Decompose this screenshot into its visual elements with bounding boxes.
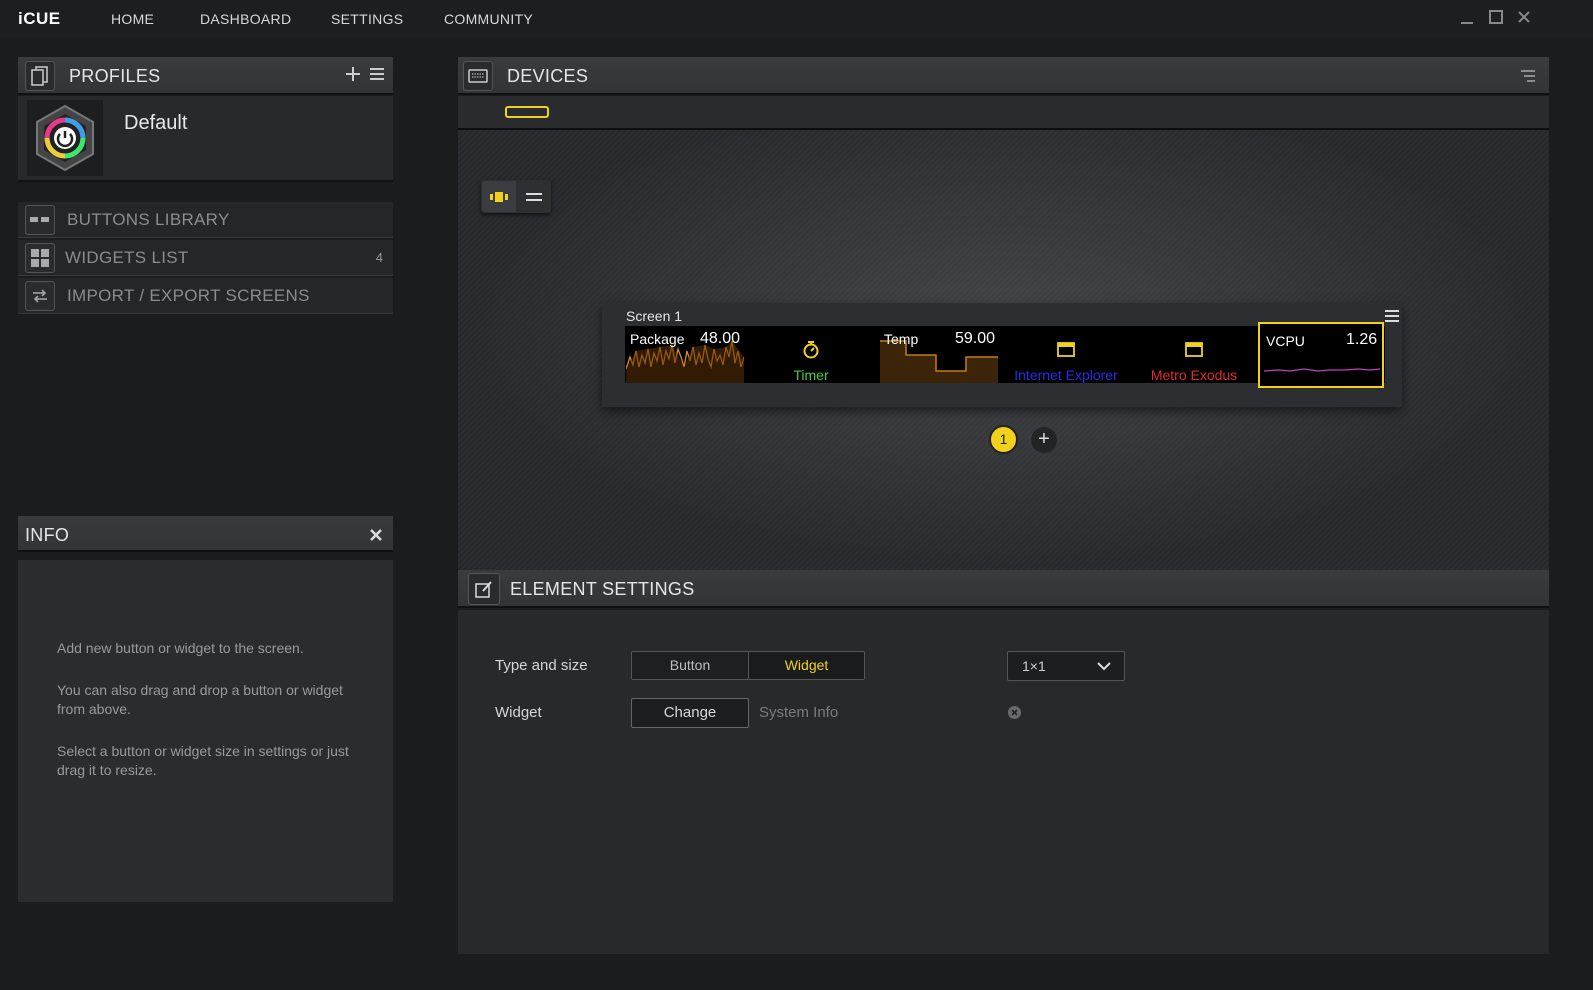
widget-timer-label: Timer xyxy=(793,367,829,383)
close-icon[interactable] xyxy=(1513,8,1535,30)
info-body xyxy=(18,560,393,902)
grid-view-icon[interactable] xyxy=(482,181,516,212)
screen-menu-icon[interactable] xyxy=(1383,308,1401,324)
widget-vcpu-label: VCPU xyxy=(1266,333,1305,349)
add-profile-icon[interactable] xyxy=(343,64,363,84)
vcpu-graph xyxy=(1264,368,1380,372)
devices-header xyxy=(458,57,1549,95)
widget-package[interactable]: Package 48.00 xyxy=(626,327,744,383)
device-thumbnail-icon[interactable] xyxy=(505,106,549,118)
widgets-grid-icon xyxy=(25,242,55,273)
widget-vcpu-selected[interactable]: VCPU 1.26 xyxy=(1258,322,1384,388)
widget-temp-value: 59.00 xyxy=(955,330,996,347)
chevron-down-icon xyxy=(1097,662,1111,671)
widget-vcpu-value: 1.26 xyxy=(1346,331,1378,348)
profile-logo-icon xyxy=(27,100,103,176)
buttons-library-icon xyxy=(25,204,55,235)
widgets-list-item[interactable]: WIDGETS LIST 4 xyxy=(18,240,393,276)
devices-sort-icon[interactable] xyxy=(1518,67,1538,85)
widget-package-value: 48.00 xyxy=(700,330,741,347)
change-button[interactable]: Change xyxy=(631,698,749,728)
widget-package-label: Package xyxy=(630,331,685,347)
element-settings-title: ELEMENT SETTINGS xyxy=(510,579,695,599)
nav-settings[interactable]: SETTINGS xyxy=(331,11,403,27)
widget-temp-label: Temp xyxy=(884,331,919,347)
device-strip xyxy=(458,96,1549,130)
profiles-icon xyxy=(25,61,55,91)
add-page-icon[interactable]: + xyxy=(1031,427,1057,453)
buttons-library-item[interactable]: BUTTONS LIBRARY xyxy=(18,202,393,238)
buttons-library-label: BUTTONS LIBRARY xyxy=(67,209,230,229)
info-paragraph: Select a button or widget size in settin… xyxy=(57,743,349,778)
nav-community[interactable]: COMMUNITY xyxy=(444,11,533,27)
info-paragraph: Add new button or widget to the screen. xyxy=(57,640,304,656)
devices-title: DEVICES xyxy=(507,66,589,86)
type-button-option[interactable]: Button xyxy=(631,651,749,680)
widget-metro-exodus[interactable]: Metro Exodus xyxy=(1134,327,1254,383)
widget-timer[interactable]: Timer xyxy=(752,327,870,383)
screen-name: Screen 1 xyxy=(626,308,683,324)
keyboard-icon xyxy=(463,61,493,91)
type-size-label: Type and size xyxy=(495,657,588,674)
app-logo: iCUE xyxy=(18,9,61,28)
minimize-icon[interactable] xyxy=(1456,8,1478,30)
page-indicator-1[interactable]: 1 xyxy=(989,425,1018,454)
widget-internet-explorer-label: Internet Explorer xyxy=(1014,367,1118,383)
widget-internet-explorer[interactable]: Internet Explorer xyxy=(1006,327,1126,383)
widget-temp[interactable]: Temp 59.00 xyxy=(880,327,998,383)
nav-dashboard[interactable]: DASHBOARD xyxy=(200,11,291,27)
import-export-icon xyxy=(25,280,55,311)
profiles-title: PROFILES xyxy=(69,66,161,86)
nav-home[interactable]: HOME xyxy=(111,11,154,27)
size-dropdown-value: 1×1 xyxy=(1022,658,1046,674)
stopwatch-icon xyxy=(803,341,819,359)
info-title: INFO xyxy=(25,525,70,545)
widget-metro-exodus-label: Metro Exodus xyxy=(1150,367,1238,383)
widget-label: Widget xyxy=(495,704,542,721)
edit-icon xyxy=(468,573,500,605)
widgets-count-badge: 4 xyxy=(375,250,383,265)
profiles-menu-icon[interactable] xyxy=(367,64,387,84)
clear-widget-icon[interactable] xyxy=(1007,705,1022,720)
app-window-icon xyxy=(1185,342,1203,357)
maximize-icon[interactable] xyxy=(1485,8,1507,30)
info-header xyxy=(18,516,393,552)
profile-name: Default xyxy=(124,112,188,134)
widgets-list-label: WIDGETS LIST xyxy=(65,247,189,267)
info-close-icon[interactable] xyxy=(366,525,386,545)
info-paragraph: You can also drag and drop a button or w… xyxy=(57,682,343,717)
list-view-icon[interactable] xyxy=(518,181,550,212)
widget-name: System Info xyxy=(759,704,839,721)
app-window-icon xyxy=(1057,342,1075,357)
element-settings-body xyxy=(458,610,1549,954)
type-widget-option[interactable]: Widget xyxy=(748,651,865,680)
import-export-item[interactable]: IMPORT / EXPORT SCREENS xyxy=(18,278,393,314)
size-dropdown[interactable]: 1×1 xyxy=(1007,651,1125,681)
import-export-label: IMPORT / EXPORT SCREENS xyxy=(67,285,310,305)
